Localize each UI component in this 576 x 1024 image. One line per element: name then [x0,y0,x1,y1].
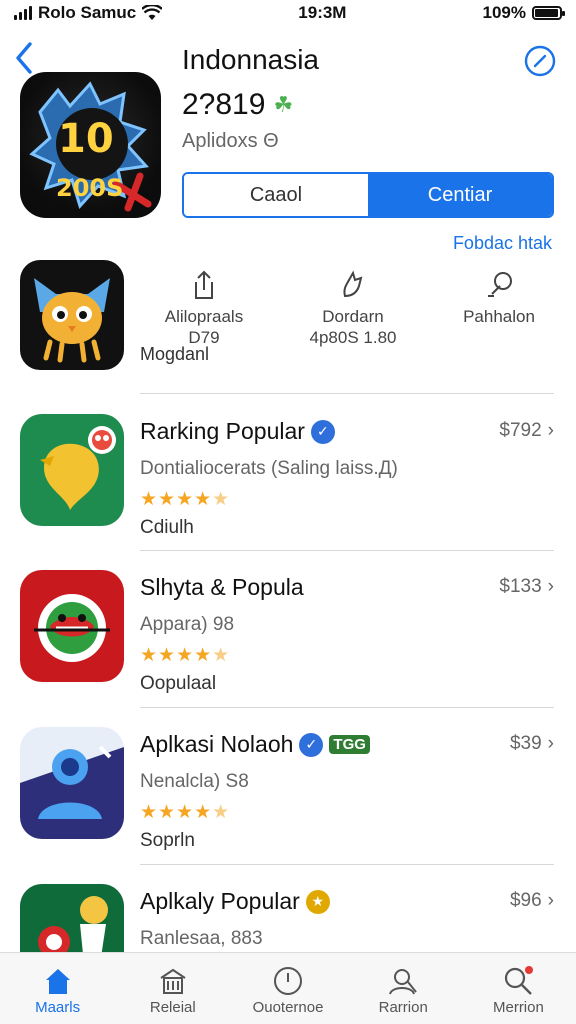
info-column-1-line1: Alilopraals [164,307,244,326]
app-icon [20,727,124,839]
download-button[interactable]: Centiar [368,174,552,216]
tab-person-search[interactable]: Rarrion [346,953,461,1024]
list-item[interactable]: Slhyta & Popula $133 › Appara) 98 ★★★★★ O… [0,570,576,720]
tab-home[interactable]: Maarls [0,953,115,1024]
subtitle-mark: Θ [263,130,279,152]
app-title: Aplkasi Nolaoh ✓ TGG [140,731,370,758]
info-footer: Mogdanl [140,344,210,364]
search-arrow-icon [488,272,512,297]
building-icon [160,968,186,994]
wifi-icon [142,5,163,20]
price-label: $792 › [499,420,554,442]
app-meta: Dontialiocerats (Saling laiss.Д) [140,458,398,479]
info-column-2-line2: 4p80S 1.80 [309,328,397,347]
list-item[interactable]: Rarking Popular ✓ $792 › Dontialiocerats … [0,414,576,564]
tab-bar: Maarls Releial Ouoternoe Rarrion Merrion [0,952,576,1024]
app-meta: Appara) 98 [140,614,235,635]
hero-icon-number: 10 [58,116,114,162]
tab-search[interactable]: Merrion [461,953,576,1024]
tab-releases[interactable]: Releial [115,953,230,1024]
app-icon [20,570,124,682]
compass-button[interactable] [524,45,556,77]
price-value: $792 [499,420,542,441]
list-item[interactable]: Aplkasi Nolaoh ✓ TGG $39 › Nenalcla) S8 ★… [0,727,576,877]
app-title-text: Rarking Popular [140,418,305,444]
tab-clock[interactable]: Ouoternoe [230,953,345,1024]
app-tag: TGG [329,735,370,754]
app-icon [20,414,124,526]
subtitle: Aplidoxs Θ [182,130,279,153]
app-icon [20,884,124,952]
status-bar: Rolo Samuc 19:3M 109% [0,0,576,26]
app-category: Oopulaal [140,673,217,694]
price-label: $39 › [510,733,554,755]
tab-person-search-label: Rarrion [378,999,428,1016]
page-title: Indonnasia [182,44,320,75]
chevron-right-icon: › [547,890,554,911]
app-title: Rarking Popular ✓ [140,418,335,445]
info-column-1: Alilopraals D79 [148,268,260,348]
app-category: Cdiulh [140,517,194,538]
list-item[interactable]: Aplkaly Popular ★ $96 › Ranlesaa, 883 [0,884,576,952]
price-label: $133 › [499,576,554,598]
app-icon-hero[interactable]: 10 200S [20,72,161,218]
divider [140,393,554,394]
see-all-link[interactable]: Fobdac htak [453,233,552,254]
action-segmented-control: Caaol Centiar [182,172,554,218]
app-title: Slhyta & Popula [140,574,304,601]
info-column-3: Pahhalon [446,268,552,327]
person-search-icon [389,969,417,995]
app-title-text: Aplkasi Nolaoh [140,731,294,757]
rank-label: 2?819 ☘ [182,88,293,122]
verified-badge-icon: ✓ [299,732,324,757]
price-label: $96 › [510,890,554,912]
app-category: Soprln [140,830,195,851]
info-column-2: Dordarn 4p80S 1.80 [290,268,416,348]
home-icon [45,969,70,994]
search-icon [505,966,534,995]
hero-icon-year: 200S [56,174,123,202]
chevron-left-icon [16,42,32,74]
tab-releases-label: Releial [149,999,196,1016]
subtitle-text: Aplidoxs [182,130,258,152]
carrier-label: Rolo Samuc [38,3,137,22]
owl-app-icon[interactable] [20,260,124,370]
back-button[interactable] [14,40,38,76]
chevron-right-icon: › [547,733,554,754]
tab-search-label: Merrion [492,999,544,1016]
battery-percent: 109% [482,3,526,22]
chevron-right-icon: › [547,576,554,597]
gold-badge-icon: ★ [305,889,330,914]
divider [140,550,554,551]
app-title-text: Slhyta & Popula [140,574,304,600]
price-value: $96 [509,890,542,911]
info-column-3-line1: Pahhalon [463,307,535,326]
price-value: $133 [499,576,542,597]
tab-clock-label: Ouoternoe [252,999,324,1016]
clock-icon [274,967,302,995]
verified-badge-icon: ✓ [310,419,335,444]
price-value: $39 [509,733,542,754]
app-title: Aplkaly Popular ★ [140,888,330,915]
signal-icon [14,6,32,20]
hand-icon [343,270,363,298]
cancel-button[interactable]: Caaol [184,174,368,216]
compass-icon [524,45,556,77]
rating-stars: ★★★★★ [140,802,231,823]
clover-icon: ☘ [273,92,294,117]
share-icon [195,270,213,299]
battery-icon [531,6,565,20]
divider [140,864,554,865]
app-meta: Ranlesaa, 883 [140,928,263,949]
rating-stars: ★★★★★ [140,489,231,510]
app-meta: Nenalcla) S8 [140,771,249,792]
chevron-right-icon: › [547,420,554,441]
app-title-text: Aplkaly Popular [140,888,300,914]
divider [140,707,554,708]
rating-stars: ★★★★★ [140,645,231,666]
info-column-2-line1: Dordarn [322,307,384,326]
clock-time: 19:3M [298,3,347,22]
tab-home-label: Maarls [35,999,81,1016]
rank-value: 2?819 [182,88,266,121]
